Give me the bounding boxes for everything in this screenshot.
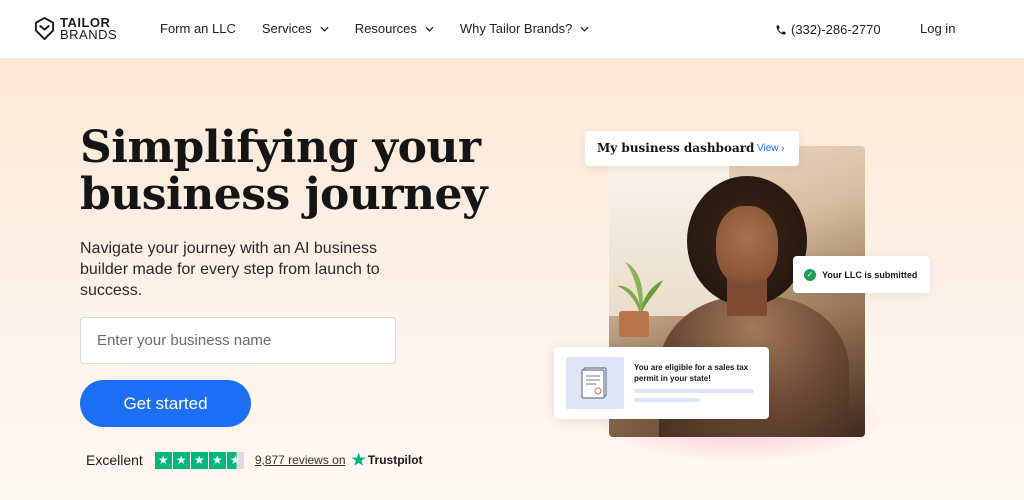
nav-item-label: Why Tailor Brands? — [459, 21, 573, 36]
llc-status-card: ✓ Your LLC is submitted — [793, 256, 930, 293]
star-icon: ★ — [154, 451, 172, 469]
tax-permit-card: You are eligible for a sales tax permit … — [554, 347, 769, 419]
certificate-icon — [566, 357, 624, 409]
dashboard-card: My business dashboard View › — [585, 131, 799, 166]
brand-logo[interactable]: TAILOR BRANDS — [33, 16, 117, 41]
nav-item-label: Form an LLC — [160, 21, 236, 36]
star-icon: ★ — [190, 451, 208, 469]
trustpilot-rating: Excellent ★ ★ ★ ★ ★ 9,877 reviews on ★ T… — [86, 450, 423, 470]
dashboard-view-link[interactable]: View › — [757, 143, 785, 154]
trustpilot-logo[interactable]: ★ Trustpilot — [352, 450, 423, 470]
trustpilot-star-icon: ★ — [351, 452, 366, 469]
phone-link[interactable]: (332)-286-2770 — [775, 22, 881, 37]
plant-icon — [617, 262, 663, 314]
nav-item-form-llc[interactable]: Form an LLC — [160, 21, 236, 36]
dashboard-card-title: My business dashboard — [597, 141, 755, 155]
placeholder-line — [634, 398, 700, 402]
tailor-logo-icon — [34, 17, 55, 40]
chevron-down-icon — [320, 26, 329, 32]
chevron-down-icon — [425, 26, 434, 32]
hero-headline: Simplifying your business journey — [80, 122, 488, 220]
phone-icon — [776, 25, 786, 34]
check-circle-icon: ✓ — [804, 268, 816, 281]
nav-menu: Form an LLC Services Resources Why Tailo… — [160, 21, 589, 36]
nav-item-why-tailor-brands[interactable]: Why Tailor Brands? — [460, 21, 589, 36]
nav-item-services[interactable]: Services — [262, 21, 329, 36]
login-link[interactable]: Log in — [920, 21, 955, 36]
trustpilot-wordmark: Trustpilot — [367, 453, 423, 467]
rating-label: Excellent — [86, 452, 143, 468]
star-icon: ★ — [208, 451, 226, 469]
get-started-button[interactable]: Get started — [80, 380, 251, 427]
chevron-down-icon — [580, 26, 589, 32]
nav-item-label: Resources — [354, 21, 417, 36]
rating-stars: ★ ★ ★ ★ ★ — [154, 451, 245, 469]
brand-wordmark: TAILOR BRANDS — [60, 16, 118, 42]
plant-pot — [619, 311, 649, 337]
nav-item-resources[interactable]: Resources — [355, 21, 434, 36]
business-name-input[interactable] — [80, 317, 396, 364]
hero-subtitle: Navigate your journey with an AI busines… — [80, 240, 380, 299]
llc-status-text: Your LLC is submitted — [822, 269, 918, 280]
top-navbar: TAILOR BRANDS Form an LLC Services Resou… — [0, 0, 1024, 59]
person-face — [716, 206, 778, 286]
placeholder-line — [634, 389, 754, 393]
tax-permit-text: You are eligible for a sales tax permit … — [634, 363, 749, 383]
phone-number: (332)-286-2770 — [791, 22, 881, 37]
brand-line-2: BRANDS — [60, 26, 118, 42]
half-star-icon: ★ — [226, 451, 244, 469]
star-icon: ★ — [172, 451, 190, 469]
nav-item-label: Services — [261, 21, 312, 36]
reviews-link[interactable]: 9,877 reviews on — [255, 453, 346, 467]
